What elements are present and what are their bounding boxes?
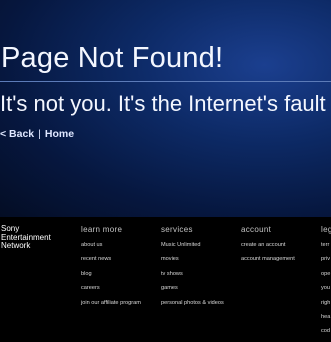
footer-link[interactable]: join our affiliate program [81, 299, 141, 313]
footer-column-learn-more: learn more about us recent news blog car… [81, 225, 141, 313]
footer-link[interactable]: terr [321, 241, 331, 255]
footer-link[interactable]: account management [241, 255, 295, 269]
page-subtitle: It's not you. It's the Internet's fault [0, 91, 326, 116]
footer-link[interactable]: careers [81, 284, 141, 298]
footer-link[interactable]: movies [161, 255, 224, 269]
footer-link[interactable]: hea [321, 313, 331, 327]
footer-link[interactable]: Music Unlimited [161, 241, 224, 255]
footer-link[interactable]: about us [81, 241, 141, 255]
footer-link[interactable]: ope [321, 270, 331, 284]
divider [0, 81, 331, 82]
hero-banner: Page Not Found! It's not you. It's the I… [0, 0, 331, 217]
footer-link[interactable]: games [161, 284, 224, 298]
column-heading: services [161, 225, 193, 234]
page-title: Page Not Found! [1, 42, 224, 74]
home-link[interactable]: Home [45, 128, 74, 140]
column-heading: leg [321, 225, 331, 234]
footer-column-account: account create an account account manage… [241, 225, 295, 270]
column-heading: account [241, 225, 272, 234]
footer-link[interactable]: recent news [81, 255, 141, 269]
footer-column-legal: leg terr priv ope you righ hea cod [321, 225, 331, 342]
footer-link[interactable]: tv shows [161, 270, 224, 284]
footer-link[interactable]: you [321, 284, 331, 298]
footer-column-services: services Music Unlimited movies tv shows… [161, 225, 224, 313]
column-heading: learn more [81, 225, 123, 234]
footer-link[interactable]: personal photos & videos [161, 299, 224, 313]
link-separator: | [38, 128, 41, 140]
brand-name: Sony Entertainment Network [1, 224, 51, 250]
back-link[interactable]: < Back [0, 128, 34, 140]
footer-link[interactable]: create an account [241, 241, 295, 255]
footer-link[interactable]: priv [321, 255, 331, 269]
nav-links: < Back | Home [0, 128, 74, 140]
footer-link[interactable]: blog [81, 270, 141, 284]
footer-link[interactable]: righ [321, 299, 331, 313]
footer: Sony Entertainment Network learn more ab… [0, 217, 331, 334]
